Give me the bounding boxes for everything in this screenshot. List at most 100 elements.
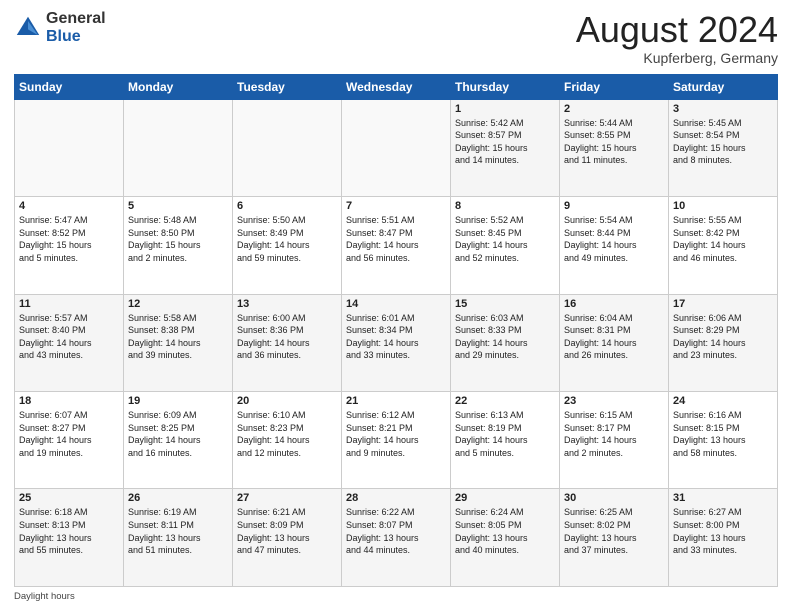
- day-cell: 23 Sunrise: 6:15 AM Sunset: 8:17 PM Dayli…: [560, 392, 669, 489]
- day-cell: 9 Sunrise: 5:54 AM Sunset: 8:44 PM Daylig…: [560, 197, 669, 294]
- day-number: 31: [673, 492, 773, 504]
- week-row-4: 25 Sunrise: 6:18 AM Sunset: 8:13 PM Dayli…: [15, 489, 778, 587]
- day-info: Sunrise: 5:44 AM Sunset: 8:55 PM Dayligh…: [564, 117, 664, 167]
- col-header-sunday: Sunday: [15, 74, 124, 99]
- day-number: 5: [128, 200, 228, 212]
- day-info: Sunrise: 6:22 AM Sunset: 8:07 PM Dayligh…: [346, 506, 446, 556]
- day-cell: 11Sunrise: 5:57 AM Sunset: 8:40 PM Dayli…: [15, 294, 124, 391]
- day-cell: 29 Sunrise: 6:24 AM Sunset: 8:05 PM Dayli…: [451, 489, 560, 587]
- day-number: 4: [19, 200, 119, 212]
- day-info: Sunrise: 5:58 AM Sunset: 8:38 PM Dayligh…: [128, 312, 228, 362]
- day-cell: 20 Sunrise: 6:10 AM Sunset: 8:23 PM Dayli…: [233, 392, 342, 489]
- day-number: 6: [237, 200, 337, 212]
- day-number: 10: [673, 200, 773, 212]
- day-number: 19: [128, 395, 228, 407]
- day-info: Sunrise: 6:03 AM Sunset: 8:33 PM Dayligh…: [455, 312, 555, 362]
- day-info: Sunrise: 6:21 AM Sunset: 8:09 PM Dayligh…: [237, 506, 337, 556]
- page: General Blue August 2024 Kupferberg, Ger…: [0, 0, 792, 612]
- day-cell: 3 Sunrise: 5:45 AM Sunset: 8:54 PM Daylig…: [669, 99, 778, 196]
- day-number: 29: [455, 492, 555, 504]
- day-number: 16: [564, 298, 664, 310]
- day-cell: 25 Sunrise: 6:18 AM Sunset: 8:13 PM Dayli…: [15, 489, 124, 587]
- day-cell: 28 Sunrise: 6:22 AM Sunset: 8:07 PM Dayli…: [342, 489, 451, 587]
- day-info: Sunrise: 5:42 AM Sunset: 8:57 PM Dayligh…: [455, 117, 555, 167]
- day-cell: 15 Sunrise: 6:03 AM Sunset: 8:33 PM Dayli…: [451, 294, 560, 391]
- day-cell: 2Sunrise: 5:44 AM Sunset: 8:55 PM Daylig…: [560, 99, 669, 196]
- day-info: Sunrise: 6:15 AM Sunset: 8:17 PM Dayligh…: [564, 409, 664, 459]
- day-cell: 4 Sunrise: 5:47 AM Sunset: 8:52 PM Daylig…: [15, 197, 124, 294]
- day-number: 25: [19, 492, 119, 504]
- col-header-friday: Friday: [560, 74, 669, 99]
- day-info: Sunrise: 6:09 AM Sunset: 8:25 PM Dayligh…: [128, 409, 228, 459]
- day-cell: 22Sunrise: 6:13 AM Sunset: 8:19 PM Dayli…: [451, 392, 560, 489]
- day-info: Sunrise: 6:18 AM Sunset: 8:13 PM Dayligh…: [19, 506, 119, 556]
- title-block: August 2024 Kupferberg, Germany: [576, 10, 778, 66]
- day-number: 15: [455, 298, 555, 310]
- day-info: Sunrise: 6:10 AM Sunset: 8:23 PM Dayligh…: [237, 409, 337, 459]
- day-cell: 6Sunrise: 5:50 AM Sunset: 8:49 PM Daylig…: [233, 197, 342, 294]
- day-number: 13: [237, 298, 337, 310]
- day-info: Sunrise: 5:48 AM Sunset: 8:50 PM Dayligh…: [128, 214, 228, 264]
- day-number: 27: [237, 492, 337, 504]
- day-info: Sunrise: 5:54 AM Sunset: 8:44 PM Dayligh…: [564, 214, 664, 264]
- day-info: Sunrise: 6:27 AM Sunset: 8:00 PM Dayligh…: [673, 506, 773, 556]
- logo: General Blue: [14, 10, 106, 45]
- day-info: Sunrise: 5:47 AM Sunset: 8:52 PM Dayligh…: [19, 214, 119, 264]
- day-number: 1: [455, 103, 555, 115]
- col-header-monday: Monday: [124, 74, 233, 99]
- day-cell: 12Sunrise: 5:58 AM Sunset: 8:38 PM Dayli…: [124, 294, 233, 391]
- day-info: Sunrise: 6:01 AM Sunset: 8:34 PM Dayligh…: [346, 312, 446, 362]
- day-cell: 31 Sunrise: 6:27 AM Sunset: 8:00 PM Dayli…: [669, 489, 778, 587]
- day-number: 3: [673, 103, 773, 115]
- day-cell: 19 Sunrise: 6:09 AM Sunset: 8:25 PM Dayli…: [124, 392, 233, 489]
- day-info: Sunrise: 6:06 AM Sunset: 8:29 PM Dayligh…: [673, 312, 773, 362]
- day-cell: 13 Sunrise: 6:00 AM Sunset: 8:36 PM Dayli…: [233, 294, 342, 391]
- day-cell: 21Sunrise: 6:12 AM Sunset: 8:21 PM Dayli…: [342, 392, 451, 489]
- logo-general-text: General: [46, 10, 106, 28]
- col-header-wednesday: Wednesday: [342, 74, 451, 99]
- week-row-0: 1 Sunrise: 5:42 AM Sunset: 8:57 PM Daylig…: [15, 99, 778, 196]
- day-number: 11: [19, 298, 119, 310]
- day-number: 28: [346, 492, 446, 504]
- day-number: 20: [237, 395, 337, 407]
- day-cell: 30Sunrise: 6:25 AM Sunset: 8:02 PM Dayli…: [560, 489, 669, 587]
- day-cell: 1 Sunrise: 5:42 AM Sunset: 8:57 PM Daylig…: [451, 99, 560, 196]
- footer: Daylight hours: [14, 591, 778, 602]
- col-header-tuesday: Tuesday: [233, 74, 342, 99]
- day-cell: 8Sunrise: 5:52 AM Sunset: 8:45 PM Daylig…: [451, 197, 560, 294]
- day-info: Sunrise: 6:07 AM Sunset: 8:27 PM Dayligh…: [19, 409, 119, 459]
- day-cell: 26Sunrise: 6:19 AM Sunset: 8:11 PM Dayli…: [124, 489, 233, 587]
- day-cell: 27 Sunrise: 6:21 AM Sunset: 8:09 PM Dayli…: [233, 489, 342, 587]
- footer-text: Daylight hours: [14, 591, 75, 602]
- day-number: 7: [346, 200, 446, 212]
- day-number: 9: [564, 200, 664, 212]
- col-header-thursday: Thursday: [451, 74, 560, 99]
- day-number: 23: [564, 395, 664, 407]
- day-info: Sunrise: 6:00 AM Sunset: 8:36 PM Dayligh…: [237, 312, 337, 362]
- day-cell: 10Sunrise: 5:55 AM Sunset: 8:42 PM Dayli…: [669, 197, 778, 294]
- day-info: Sunrise: 6:16 AM Sunset: 8:15 PM Dayligh…: [673, 409, 773, 459]
- day-info: Sunrise: 6:25 AM Sunset: 8:02 PM Dayligh…: [564, 506, 664, 556]
- day-number: 18: [19, 395, 119, 407]
- day-info: Sunrise: 6:04 AM Sunset: 8:31 PM Dayligh…: [564, 312, 664, 362]
- calendar-table: SundayMondayTuesdayWednesdayThursdayFrid…: [14, 74, 778, 587]
- day-header-row: SundayMondayTuesdayWednesdayThursdayFrid…: [15, 74, 778, 99]
- day-cell: [124, 99, 233, 196]
- day-info: Sunrise: 6:19 AM Sunset: 8:11 PM Dayligh…: [128, 506, 228, 556]
- day-info: Sunrise: 5:45 AM Sunset: 8:54 PM Dayligh…: [673, 117, 773, 167]
- day-info: Sunrise: 6:24 AM Sunset: 8:05 PM Dayligh…: [455, 506, 555, 556]
- day-info: Sunrise: 5:51 AM Sunset: 8:47 PM Dayligh…: [346, 214, 446, 264]
- day-cell: 16 Sunrise: 6:04 AM Sunset: 8:31 PM Dayli…: [560, 294, 669, 391]
- day-cell: 14Sunrise: 6:01 AM Sunset: 8:34 PM Dayli…: [342, 294, 451, 391]
- week-row-1: 4 Sunrise: 5:47 AM Sunset: 8:52 PM Daylig…: [15, 197, 778, 294]
- day-info: Sunrise: 6:12 AM Sunset: 8:21 PM Dayligh…: [346, 409, 446, 459]
- day-number: 22: [455, 395, 555, 407]
- day-number: 8: [455, 200, 555, 212]
- week-row-2: 11Sunrise: 5:57 AM Sunset: 8:40 PM Dayli…: [15, 294, 778, 391]
- day-cell: [15, 99, 124, 196]
- day-cell: [233, 99, 342, 196]
- day-cell: 18 Sunrise: 6:07 AM Sunset: 8:27 PM Dayli…: [15, 392, 124, 489]
- logo-blue-text: Blue: [46, 28, 106, 46]
- day-cell: 24Sunrise: 6:16 AM Sunset: 8:15 PM Dayli…: [669, 392, 778, 489]
- day-number: 17: [673, 298, 773, 310]
